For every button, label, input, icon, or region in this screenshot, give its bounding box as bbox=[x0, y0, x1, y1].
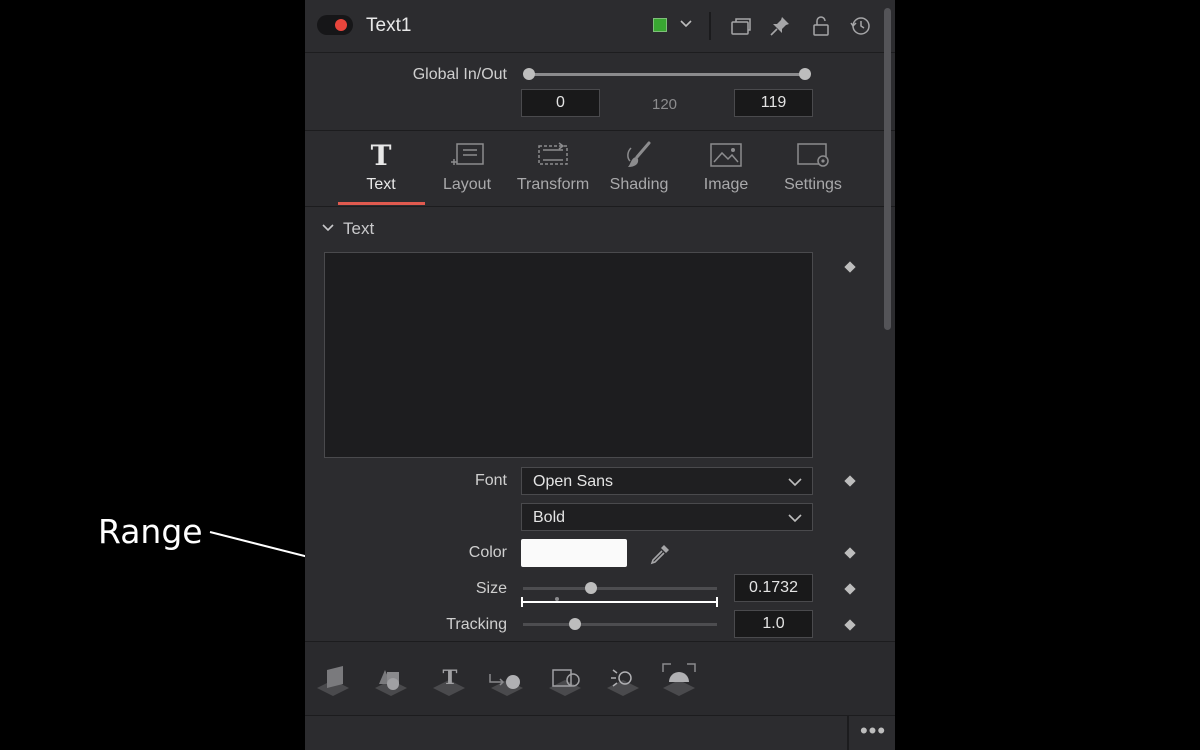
chevron-down-icon bbox=[788, 514, 802, 523]
size-field[interactable]: 0.1732 bbox=[734, 574, 813, 602]
style-dropdown[interactable]: Bold bbox=[521, 503, 813, 531]
global-range-track[interactable] bbox=[529, 73, 805, 76]
tab-layout[interactable]: Layout bbox=[423, 140, 511, 194]
tab-text[interactable]: T Text bbox=[337, 140, 425, 194]
color-swatch-button[interactable] bbox=[521, 539, 627, 567]
active-tab-indicator bbox=[338, 202, 425, 205]
render-icon[interactable] bbox=[487, 660, 527, 700]
divider bbox=[305, 206, 895, 207]
font-dropdown[interactable]: Open Sans bbox=[521, 467, 813, 495]
global-out-field[interactable]: 119 bbox=[734, 89, 813, 117]
chevron-down-icon bbox=[788, 478, 802, 487]
status-divider bbox=[847, 716, 849, 750]
inspector-panel: Text1 Global In/Out 0 120 119 T Text Lay… bbox=[305, 0, 895, 750]
font-value: Open Sans bbox=[533, 473, 614, 490]
styled-text-input[interactable] bbox=[324, 252, 813, 458]
tab-transform[interactable]: Transform bbox=[509, 140, 597, 194]
svg-text:T: T bbox=[371, 140, 392, 170]
lock-icon[interactable] bbox=[809, 14, 833, 38]
keyframe-diamond-icon[interactable] bbox=[844, 475, 856, 487]
chevron-down-icon bbox=[322, 224, 334, 232]
chevron-down-icon[interactable] bbox=[677, 14, 695, 32]
tab-label: Shading bbox=[609, 176, 669, 193]
shape-3d-icon[interactable] bbox=[371, 660, 411, 700]
image-plane-icon[interactable] bbox=[313, 660, 353, 700]
tracking-slider-handle[interactable] bbox=[569, 618, 582, 630]
color-swatch[interactable] bbox=[653, 18, 667, 32]
node-title: Text1 bbox=[366, 15, 412, 36]
toggle-icon[interactable] bbox=[317, 15, 353, 35]
tab-label: Image bbox=[703, 176, 749, 193]
size-slider-track[interactable] bbox=[523, 587, 717, 590]
tab-label: Text bbox=[366, 176, 396, 193]
eyedropper-icon[interactable] bbox=[648, 542, 672, 566]
keyframe-diamond-icon[interactable] bbox=[844, 261, 856, 273]
range-bracket bbox=[521, 597, 718, 607]
global-in-handle[interactable] bbox=[523, 68, 535, 80]
tab-label: Layout bbox=[442, 176, 492, 193]
tab-shading[interactable]: Shading bbox=[595, 140, 683, 194]
global-duration-value: 120 bbox=[652, 96, 678, 113]
divider bbox=[305, 130, 895, 131]
inspector-header: Text1 bbox=[305, 0, 895, 53]
node-toolbar: T bbox=[305, 641, 895, 716]
pin-icon[interactable] bbox=[768, 14, 792, 38]
camera-3d-icon[interactable] bbox=[545, 660, 585, 700]
keyframe-diamond-icon[interactable] bbox=[844, 619, 856, 631]
annotation-label: Range bbox=[98, 512, 203, 551]
style-value: Bold bbox=[533, 509, 566, 526]
text-3d-icon[interactable]: T bbox=[429, 660, 469, 700]
scrollbar-thumb[interactable] bbox=[884, 8, 891, 330]
font-label: Font bbox=[474, 472, 507, 489]
reset-icon[interactable] bbox=[849, 14, 873, 38]
brush-icon bbox=[627, 141, 651, 167]
section-header-text[interactable]: Text bbox=[321, 219, 374, 239]
section-title: Text bbox=[343, 219, 375, 238]
global-in-field[interactable]: 0 bbox=[521, 89, 600, 117]
tracking-slider-track[interactable] bbox=[523, 623, 717, 626]
more-options-button[interactable]: ••• bbox=[855, 718, 891, 744]
size-slider-handle[interactable] bbox=[584, 582, 597, 594]
keyframe-diamond-icon[interactable] bbox=[844, 583, 856, 595]
renderer-3d-icon[interactable] bbox=[659, 660, 699, 700]
tab-label: Transform bbox=[516, 176, 590, 193]
svg-text:T: T bbox=[443, 665, 458, 689]
layout-icon bbox=[451, 143, 484, 165]
light-icon[interactable] bbox=[603, 660, 643, 700]
windows-icon[interactable] bbox=[729, 14, 753, 38]
settings-icon bbox=[797, 143, 829, 167]
tracking-label: Tracking bbox=[446, 616, 507, 633]
image-icon bbox=[710, 143, 742, 167]
tab-label: Settings bbox=[784, 176, 842, 193]
tab-image[interactable]: Image bbox=[682, 140, 770, 194]
color-label: Color bbox=[468, 544, 507, 561]
text-tab-icon: T bbox=[371, 140, 392, 170]
tracking-field[interactable]: 1.0 bbox=[734, 610, 813, 638]
status-bar: ••• bbox=[305, 715, 895, 750]
size-label: Size bbox=[475, 580, 507, 597]
transform-icon bbox=[538, 142, 568, 165]
global-out-handle[interactable] bbox=[799, 68, 811, 80]
global-in-out-label: Global In/Out bbox=[412, 66, 507, 83]
keyframe-diamond-icon[interactable] bbox=[844, 547, 856, 559]
tab-settings[interactable]: Settings bbox=[769, 140, 857, 194]
header-divider bbox=[709, 12, 711, 40]
